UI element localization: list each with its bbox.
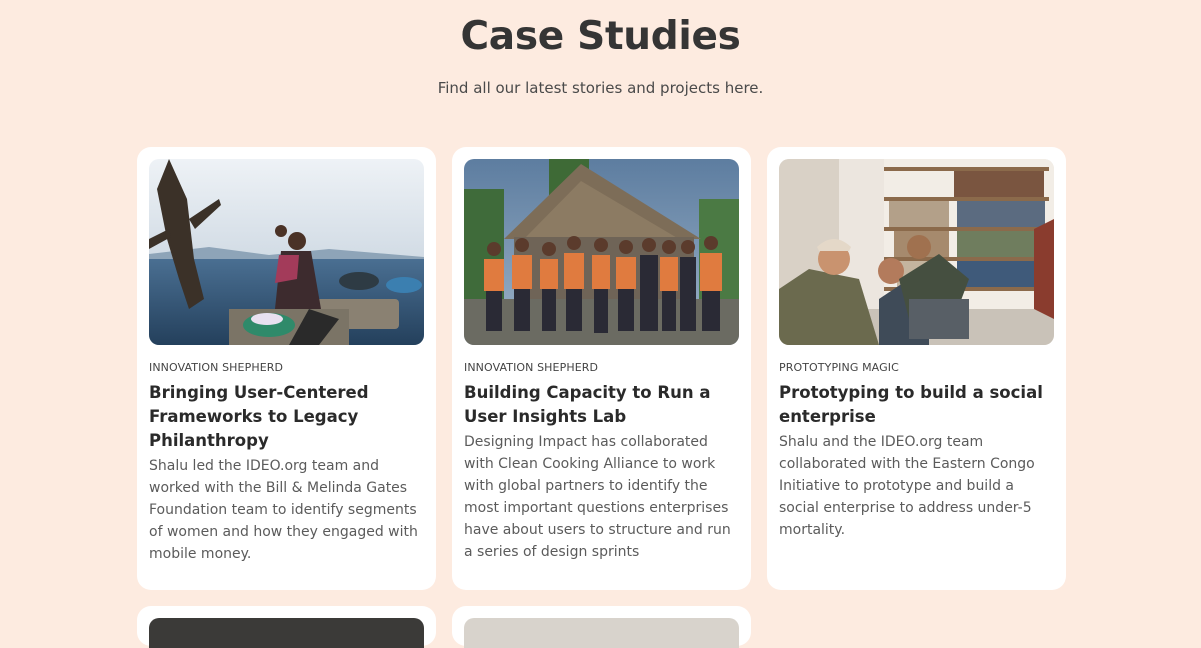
case-study-description: Shalu and the IDEO.org team collaborated… (779, 434, 1035, 538)
case-study-category: PROTOTYPING MAGIC (779, 361, 899, 374)
case-study-image[interactable] (149, 159, 424, 345)
case-study-description: Designing Impact has collaborated with C… (464, 434, 731, 560)
page-subtitle: Find all our latest stories and projects… (437, 79, 764, 97)
case-study-title[interactable]: Bringing User-Centered Frameworks to Leg… (149, 381, 424, 453)
case-study-title[interactable]: Prototyping to build a social enterprise (779, 381, 1054, 429)
case-study-card[interactable]: PROTOTYPING MAGIC Prototyping to build a… (767, 147, 1066, 590)
case-study-category: INNOVATION SHEPHERD (464, 361, 599, 374)
case-study-image[interactable] (464, 618, 739, 648)
case-study-image[interactable] (149, 618, 424, 648)
case-study-title[interactable]: Building Capacity to Run a User Insights… (464, 381, 739, 429)
case-study-card[interactable] (137, 606, 436, 648)
page-title: Case Studies (460, 14, 741, 59)
case-study-card[interactable]: INNOVATION SHEPHERD Building Capacity to… (452, 147, 751, 590)
case-study-description: Shalu led the IDEO.org team and worked w… (149, 458, 418, 562)
case-study-category: INNOVATION SHEPHERD (149, 361, 284, 374)
case-study-card[interactable] (452, 606, 751, 648)
case-study-image[interactable] (779, 159, 1054, 345)
case-study-image[interactable] (464, 159, 739, 345)
case-study-card[interactable]: INNOVATION SHEPHERD Bringing User-Center… (137, 147, 436, 590)
